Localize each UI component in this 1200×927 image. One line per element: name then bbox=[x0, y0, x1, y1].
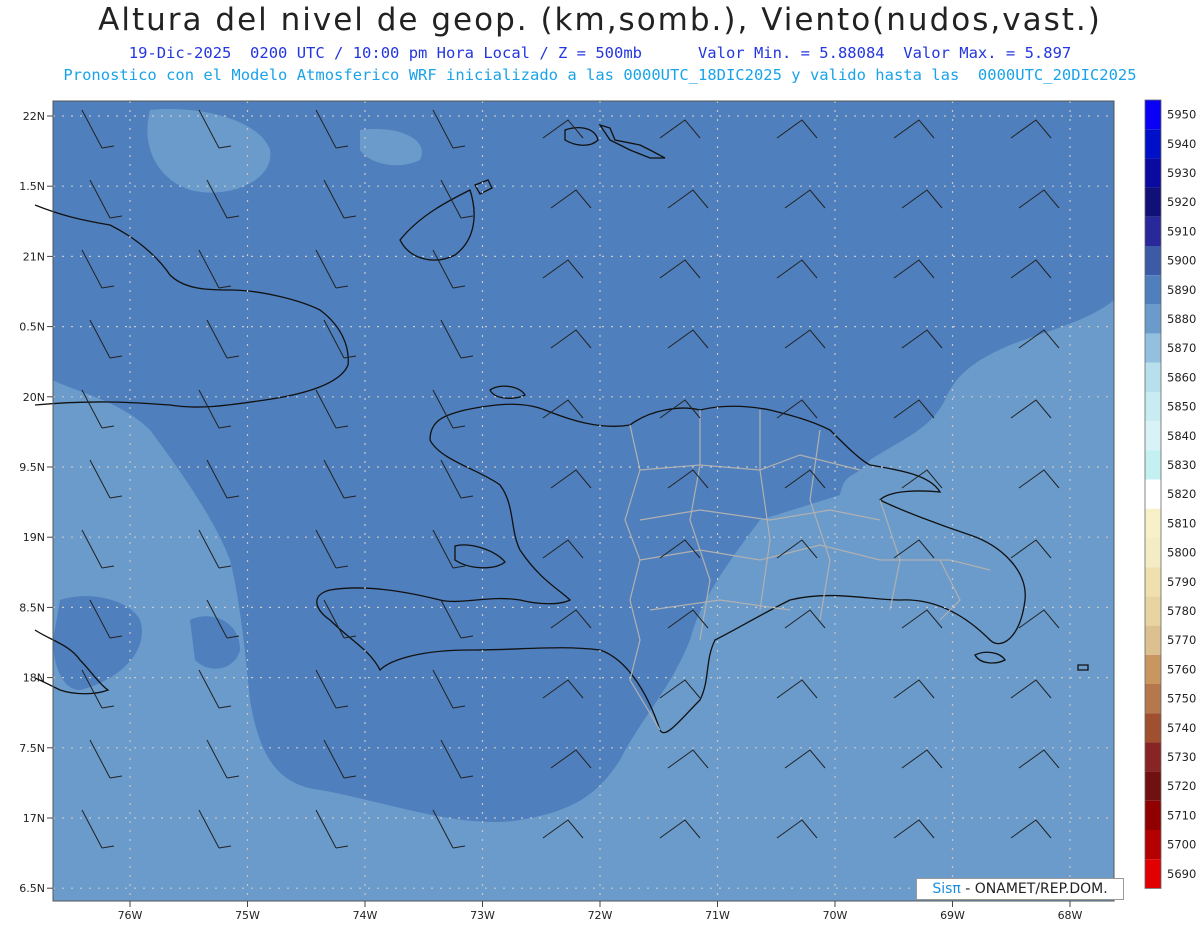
colorbar-label: 5730 bbox=[1167, 750, 1196, 764]
colorbar-label: 5780 bbox=[1167, 604, 1196, 618]
colorbar-label: 5920 bbox=[1167, 195, 1196, 209]
lon-label: 68W bbox=[1058, 909, 1083, 922]
colorbar-segment bbox=[1145, 713, 1161, 743]
colorbar-label: 5800 bbox=[1167, 546, 1196, 560]
credit-text: - ONAMET/REP.DOM. bbox=[965, 881, 1108, 897]
colorbar-label: 5930 bbox=[1167, 166, 1196, 180]
colorbar: 5950 5940 5930 5920 5910 5900 5890 5880 5870 5860… bbox=[1144, 99, 1196, 889]
lat-label: 17N bbox=[23, 812, 45, 825]
colorbar-label: 5710 bbox=[1167, 808, 1196, 822]
colorbar-label: 5940 bbox=[1167, 137, 1196, 151]
colorbar-label: 5760 bbox=[1167, 662, 1196, 676]
lat-label: 8.5N bbox=[19, 601, 45, 614]
colorbar-label: 5720 bbox=[1167, 779, 1196, 793]
valid-time-line: 19-Dic-2025 0200 UTC / 10:00 pm Hora Loc… bbox=[128, 44, 1072, 62]
colorbar-segment bbox=[1145, 800, 1161, 830]
lon-label: 75W bbox=[235, 909, 260, 922]
colorbar-label: 5770 bbox=[1167, 633, 1196, 647]
colorbar-segment bbox=[1145, 450, 1161, 480]
lat-label: 20N bbox=[23, 391, 45, 404]
colorbar-label: 5870 bbox=[1167, 341, 1196, 355]
colorbar-label: 5950 bbox=[1167, 108, 1196, 122]
colorbar-label: 5840 bbox=[1167, 429, 1196, 443]
colorbar-label: 5790 bbox=[1167, 575, 1196, 589]
colorbar-segment bbox=[1145, 538, 1161, 568]
colorbar-label: 5900 bbox=[1167, 254, 1196, 268]
colorbar-label: 5700 bbox=[1167, 838, 1196, 852]
colorbar-segment bbox=[1145, 333, 1161, 363]
colorbar-segment bbox=[1145, 479, 1161, 509]
lon-label: 76W bbox=[118, 909, 143, 922]
lon-label: 69W bbox=[940, 909, 965, 922]
colorbar-segment bbox=[1145, 859, 1161, 889]
lon-label: 70W bbox=[823, 909, 848, 922]
credit-logo: Sisπ bbox=[932, 881, 961, 897]
chart-title: Altura del nivel de geop. (km,somb.), Vi… bbox=[98, 2, 1102, 38]
colorbar-segment bbox=[1145, 246, 1161, 276]
colorbar-segment bbox=[1145, 830, 1161, 860]
colorbar-segment bbox=[1145, 216, 1161, 246]
lat-label: 22N bbox=[23, 110, 45, 123]
colorbar-segment bbox=[1145, 508, 1161, 538]
colorbar-label: 5880 bbox=[1167, 312, 1196, 326]
lon-label: 74W bbox=[353, 909, 378, 922]
colorbar-segment bbox=[1145, 596, 1161, 626]
colorbar-segment bbox=[1145, 625, 1161, 655]
map-canvas: 22N 1.5N 21N 0.5N 20N 9.5N 19N 8.5N 18N 7.5N 17N 6.… bbox=[19, 99, 1196, 922]
colorbar-label: 5850 bbox=[1167, 400, 1196, 414]
colorbar-segment bbox=[1145, 654, 1161, 684]
lon-label: 73W bbox=[470, 909, 495, 922]
colorbar-segment bbox=[1145, 275, 1161, 305]
colorbar-segment bbox=[1145, 187, 1161, 217]
colorbar-segment bbox=[1145, 742, 1161, 772]
lat-label: 6.5N bbox=[19, 882, 45, 895]
model-info-line: Pronostico con el Modelo Atmosferico WRF… bbox=[63, 66, 1137, 84]
colorbar-segment bbox=[1145, 129, 1161, 159]
lat-label: 21N bbox=[23, 250, 45, 263]
lat-label: 18N bbox=[23, 672, 45, 685]
colorbar-segment bbox=[1145, 100, 1161, 130]
colorbar-label: 5860 bbox=[1167, 370, 1196, 384]
colorbar-label: 5810 bbox=[1167, 516, 1196, 530]
lat-label: 19N bbox=[23, 531, 45, 544]
colorbar-segment bbox=[1145, 771, 1161, 801]
colorbar-label: 5830 bbox=[1167, 458, 1196, 472]
colorbar-label: 5750 bbox=[1167, 692, 1196, 706]
lat-label: 1.5N bbox=[19, 180, 45, 193]
colorbar-segment bbox=[1145, 684, 1161, 714]
colorbar-label: 5910 bbox=[1167, 224, 1196, 238]
colorbar-segment bbox=[1145, 421, 1161, 451]
colorbar-segment bbox=[1145, 158, 1161, 188]
lat-label: 7.5N bbox=[19, 742, 45, 755]
lat-label: 9.5N bbox=[19, 461, 45, 474]
latitude-labels: 22N 1.5N 21N 0.5N 20N 9.5N 19N 8.5N 18N 7.5N 17N 6.… bbox=[19, 110, 53, 895]
colorbar-label: 5890 bbox=[1167, 283, 1196, 297]
colorbar-label: 5740 bbox=[1167, 721, 1196, 735]
colorbar-segment bbox=[1145, 567, 1161, 597]
colorbar-label: 5820 bbox=[1167, 487, 1196, 501]
colorbar-segment bbox=[1145, 392, 1161, 422]
lat-label: 0.5N bbox=[19, 321, 45, 334]
longitude-labels: 76W 75W 74W 73W 72W 71W 70W 69W 68W bbox=[118, 901, 1083, 922]
colorbar-segment bbox=[1145, 362, 1161, 392]
lon-label: 71W bbox=[705, 909, 730, 922]
credit-box: Sisπ - ONAMET/REP.DOM. bbox=[916, 878, 1124, 900]
colorbar-segment bbox=[1145, 304, 1161, 334]
lon-label: 72W bbox=[588, 909, 613, 922]
colorbar-label: 5690 bbox=[1167, 867, 1196, 881]
